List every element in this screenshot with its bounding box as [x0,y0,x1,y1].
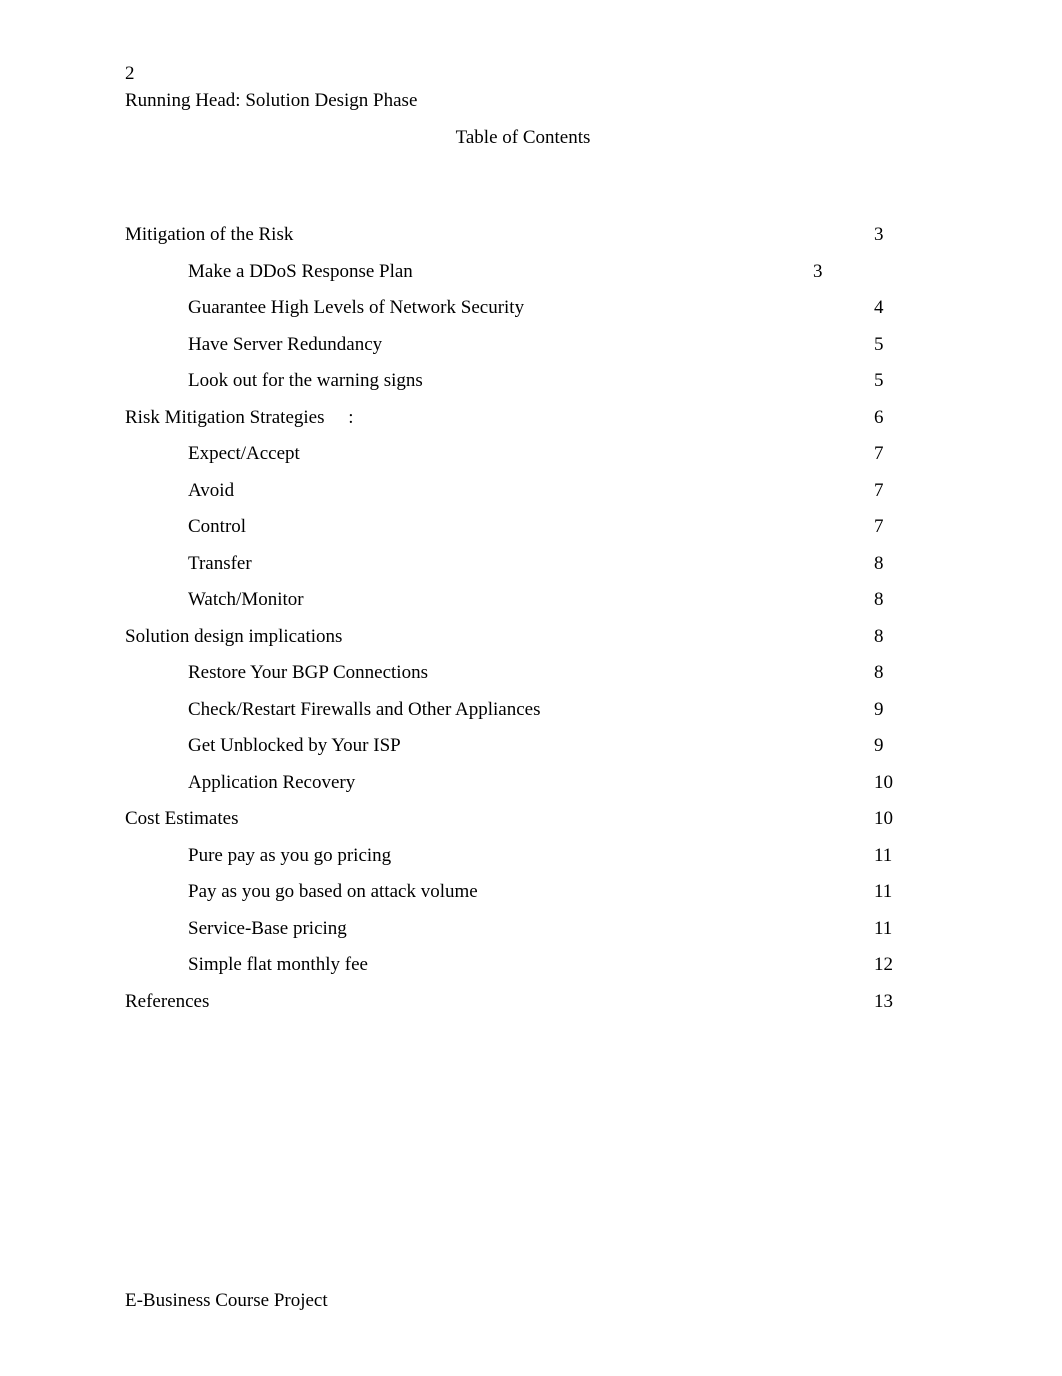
toc-entry[interactable]: Guarantee High Levels of Network Securit… [125,295,925,332]
toc-entry-label: References [125,990,210,1012]
toc-entry-label: Get Unblocked by Your ISP [188,735,401,756]
toc-entry-page-number: 10 [874,808,893,829]
toc-entry-page-number: 11 [874,844,893,866]
toc-entry-page-number: 5 [874,370,884,391]
toc-entry[interactable]: Application Recovery 10 [125,770,925,807]
toc-entry[interactable]: Expect/Accept 7 [125,441,925,478]
page-title: Table of Contents [455,127,591,148]
toc-entry[interactable]: Risk Mitigation Strategies : 6 [125,405,925,442]
toc-entry-page-number: 8 [874,625,884,647]
toc-entry[interactable]: Make a DDoS Response Plan 3 [125,259,925,296]
toc-entry-label: Application Recovery [188,771,356,793]
toc-entry-label: Pay as you go based on attack volume [188,881,478,902]
toc-entry[interactable]: Mitigation of the Risk 3 [125,222,925,259]
toc-entry[interactable]: Watch/Monitor 8 [125,587,925,624]
toc-entry-page-number: 8 [874,662,884,683]
toc-entry-page-number: 12 [874,954,893,975]
toc-entry-label: Mitigation of the Risk [125,224,294,245]
document-footer: E-Business Course Project [125,1290,328,1311]
toc-entry[interactable]: Service-Base pricing 11 [125,916,925,953]
toc-entry-page-number: 13 [874,990,893,1012]
document-header: 2 Running Head: Solution Design Phase [125,60,945,114]
toc-entry-label: Look out for the warning signs [188,370,423,391]
toc-entry-page-number: 7 [874,479,884,501]
running-head: Running Head: Solution Design Phase [125,90,418,111]
toc-entry-page-number: 9 [874,698,884,720]
toc-entry[interactable]: Restore Your BGP Connections 8 [125,660,925,697]
toc-entry-label: Avoid [188,479,235,501]
toc-entry[interactable]: Have Server Redundancy 5 [125,332,925,369]
toc-entry-label: Restore Your BGP Connections [188,662,428,683]
toc-entry[interactable]: Look out for the warning signs 5 [125,368,925,405]
toc-entry-label: Guarantee High Levels of Network Securit… [188,297,525,318]
table-of-contents: Mitigation of the Risk 3 Make a DDoS Respo… [125,222,925,1025]
toc-entry-label: Service-Base pricing [188,917,347,939]
toc-entry-page-number: 11 [874,917,893,939]
toc-entry[interactable]: Solution design implications 8 [125,624,925,661]
toc-entry-label: Risk Mitigation Strategies : [125,406,354,428]
toc-entry[interactable]: References 13 [125,989,925,1026]
toc-entry[interactable]: Cost Estimates 10 [125,806,925,843]
toc-entry-page-number: 7 [874,443,884,464]
toc-entry-page-number: 9 [874,735,884,756]
toc-entry-page-number: 3 [874,224,884,245]
toc-entry-page-number: 7 [874,516,884,537]
toc-entry-page-number: 11 [874,881,893,902]
toc-entry[interactable]: Simple flat monthly fee 12 [125,952,925,989]
toc-entry-page-number: 5 [874,333,884,355]
toc-entry-label: Solution design implications [125,625,343,647]
toc-entry-page-number: 6 [874,406,884,428]
toc-entry-page-number: 3 [813,260,823,282]
toc-entry-label: Expect/Accept [188,443,300,464]
toc-entry-label: Watch/Monitor [188,589,304,610]
document-page: 2 Running Head: Solution Design Phase Ta… [0,0,1062,1376]
toc-entry[interactable]: Pay as you go based on attack volume 11 [125,879,925,916]
toc-entry[interactable]: Control 7 [125,514,925,551]
toc-entry[interactable]: Get Unblocked by Your ISP 9 [125,733,925,770]
toc-entry-label: Control [188,516,247,537]
toc-entry-page-number: 4 [874,297,884,318]
toc-entry-label: Simple flat monthly fee [188,954,368,975]
toc-entry[interactable]: Check/Restart Firewalls and Other Applia… [125,697,925,734]
toc-entry-label: Check/Restart Firewalls and Other Applia… [188,698,541,720]
toc-entry-label: Have Server Redundancy [188,333,383,355]
toc-entry-label: Make a DDoS Response Plan [188,260,413,282]
toc-entry[interactable]: Pure pay as you go pricing 11 [125,843,925,880]
toc-entry-page-number: 8 [874,589,884,610]
toc-entry[interactable]: Avoid 7 [125,478,925,515]
toc-entry[interactable]: Transfer 8 [125,551,925,588]
toc-entry-label: Pure pay as you go pricing [188,844,392,866]
toc-entry-label: Transfer [188,552,252,574]
toc-entry-page-number: 8 [874,552,884,574]
toc-entry-page-number: 10 [874,771,893,793]
toc-entry-label: Cost Estimates [125,808,239,829]
page-number-label: 2 [125,63,135,84]
